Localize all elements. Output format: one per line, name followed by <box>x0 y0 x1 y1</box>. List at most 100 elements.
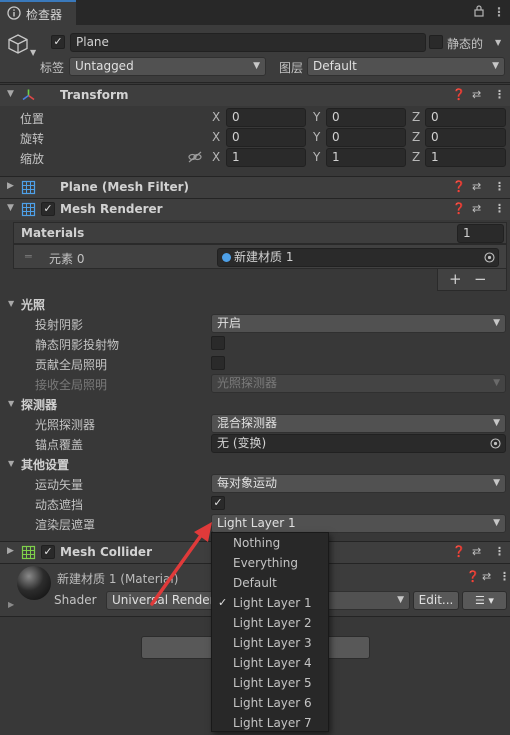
chevron-down-icon: ▼ <box>493 418 500 428</box>
more-options-icon[interactable]: ⋮ <box>493 5 505 19</box>
rendering-layer-dropdown-menu: Nothing Everything Default ✓ Light Layer … <box>211 532 329 732</box>
dynamic-occlusion-label: 动态遮挡 <box>35 498 84 512</box>
presets-icon[interactable]: ⇄ <box>472 545 481 558</box>
chevron-down-icon: ▼ <box>493 378 500 388</box>
z-axis-label: Z <box>412 130 421 144</box>
motion-vectors-value: 每对象运动 <box>217 476 278 490</box>
link-icon[interactable] <box>188 151 202 166</box>
scale-y-field[interactable]: 1 <box>326 148 406 167</box>
menu-item-everything[interactable]: Everything <box>212 553 328 573</box>
presets-icon[interactable]: ⇄ <box>472 88 481 101</box>
menu-item-light-layer-4[interactable]: Light Layer 4 <box>212 653 328 673</box>
anchor-override-field[interactable]: 无 (变换) <box>211 434 506 453</box>
cast-shadows-dropdown[interactable]: 开启 ▼ <box>211 314 506 333</box>
help-icon[interactable]: ❓ <box>452 180 466 193</box>
expand-triangle-icon[interactable]: ▼ <box>7 89 14 99</box>
chevron-down-icon[interactable]: ▼ <box>30 48 36 57</box>
menu-item-light-layer-7[interactable]: Light Layer 7 <box>212 713 328 733</box>
mesh-renderer-header[interactable]: ▼ ✓ Mesh Renderer ❓ ⇄ ⋮ <box>0 198 510 220</box>
materials-header[interactable] <box>13 222 507 244</box>
remove-element-button[interactable]: − <box>474 270 487 288</box>
rendering-layer-mask-dropdown[interactable]: Light Layer 1 ▼ <box>211 514 506 533</box>
chevron-down-icon: ▼ <box>397 595 404 605</box>
position-x-field[interactable]: 0 <box>226 108 306 127</box>
expand-triangle-icon[interactable]: ▼ <box>7 203 14 213</box>
static-dropdown-icon[interactable]: ▼ <box>495 38 501 47</box>
anchor-override-label: 锚点覆盖 <box>35 438 84 452</box>
help-icon[interactable]: ❓ <box>452 88 466 101</box>
more-options-icon[interactable]: ⋮ <box>494 202 505 215</box>
presets-icon[interactable]: ⇄ <box>472 202 481 215</box>
more-options-icon[interactable]: ⋮ <box>494 180 505 193</box>
y-axis-label: Y <box>313 110 321 124</box>
static-shadow-caster-checkbox[interactable] <box>211 336 225 350</box>
other-settings-foldout-icon[interactable]: ▼ <box>8 459 14 468</box>
menu-item-light-layer-5[interactable]: Light Layer 5 <box>212 673 328 693</box>
transform-title: Transform <box>60 88 129 102</box>
menu-item-nothing[interactable]: Nothing <box>212 533 328 553</box>
object-picker-icon[interactable] <box>484 251 495 266</box>
more-options-icon[interactable]: ⋮ <box>494 545 505 558</box>
dynamic-occlusion-checkbox[interactable]: ✓ <box>211 496 225 510</box>
active-checkbox[interactable]: ✓ <box>51 35 65 49</box>
mesh-collider-enabled-checkbox[interactable]: ✓ <box>41 545 55 559</box>
scale-x-field[interactable]: 1 <box>226 148 306 167</box>
rotation-z-field[interactable]: 0 <box>425 128 506 147</box>
transform-header[interactable]: ▼ Transform ❓ ⇄ ⋮ <box>0 84 510 106</box>
y-axis-label: Y <box>313 130 321 144</box>
receive-gi-dropdown: 光照探测器 ▼ <box>211 374 506 393</box>
cube-icon <box>7 33 29 58</box>
tab-inspector[interactable]: 检查器 <box>0 0 76 25</box>
lighting-label: 光照 <box>21 298 46 312</box>
add-element-button[interactable]: + <box>449 270 462 288</box>
static-label: 静态的 <box>447 37 484 51</box>
help-icon[interactable]: ❓ <box>452 202 466 215</box>
help-icon[interactable]: ❓ <box>466 570 480 583</box>
shader-label: Shader <box>54 593 97 607</box>
anchor-override-value: 无 (变换) <box>217 436 267 450</box>
motion-vectors-dropdown[interactable]: 每对象运动 ▼ <box>211 474 506 493</box>
drag-handle-icon[interactable]: ═ <box>25 250 32 263</box>
layer-value: Default <box>313 59 357 73</box>
light-probes-dropdown[interactable]: 混合探测器 ▼ <box>211 414 506 433</box>
edit-shader-button[interactable]: Edit... <box>413 591 459 610</box>
presets-icon[interactable]: ⇄ <box>472 180 481 193</box>
material-object-field[interactable]: 新建材质 1 <box>217 248 499 267</box>
static-checkbox[interactable] <box>429 35 443 49</box>
rotation-y-field[interactable]: 0 <box>326 128 406 147</box>
collapse-triangle-icon[interactable]: ▶ <box>7 181 14 191</box>
tag-dropdown[interactable]: Untagged ▼ <box>69 57 266 76</box>
collapse-triangle-icon[interactable]: ▶ <box>7 546 14 556</box>
material-name: 新建材质 1 <box>234 250 294 264</box>
mesh-renderer-enabled-checkbox[interactable]: ✓ <box>41 202 55 216</box>
probes-foldout-icon[interactable]: ▼ <box>8 399 14 408</box>
menu-item-light-layer-6[interactable]: Light Layer 6 <box>212 693 328 713</box>
help-icon[interactable]: ❓ <box>452 545 466 558</box>
shader-options-button[interactable]: ☰ ▾ <box>462 591 507 610</box>
receive-gi-label: 接收全局照明 <box>35 378 108 392</box>
info-icon <box>7 6 21 20</box>
contribute-gi-checkbox[interactable] <box>211 356 225 370</box>
lock-icon[interactable] <box>474 5 484 20</box>
scale-z-field[interactable]: 1 <box>425 148 506 167</box>
more-options-icon[interactable]: ⋮ <box>494 88 505 101</box>
lighting-foldout-icon[interactable]: ▼ <box>8 299 14 308</box>
mesh-collider-title: Mesh Collider <box>60 545 152 559</box>
position-z-field[interactable]: 0 <box>425 108 506 127</box>
menu-item-light-layer-3[interactable]: Light Layer 3 <box>212 633 328 653</box>
object-name-input[interactable]: Plane <box>70 33 426 52</box>
collapse-triangle-icon[interactable]: ▶ <box>8 600 14 609</box>
rotation-x-field[interactable]: 0 <box>226 128 306 147</box>
more-options-icon[interactable]: ⋮ <box>499 570 510 583</box>
mesh-filter-header[interactable]: ▶ Plane (Mesh Filter) ❓ ⇄ ⋮ <box>0 176 510 198</box>
layer-dropdown[interactable]: Default ▼ <box>307 57 505 76</box>
list-footer <box>437 269 507 291</box>
menu-item-light-layer-1[interactable]: ✓ Light Layer 1 <box>212 593 328 613</box>
position-y-field[interactable]: 0 <box>326 108 406 127</box>
menu-item-light-layer-2[interactable]: Light Layer 2 <box>212 613 328 633</box>
presets-icon[interactable]: ⇄ <box>482 570 491 583</box>
object-picker-icon[interactable] <box>490 437 501 452</box>
menu-item-default[interactable]: Default <box>212 573 328 593</box>
light-probes-label: 光照探测器 <box>35 418 96 432</box>
materials-count-field[interactable]: 1 <box>457 224 504 243</box>
